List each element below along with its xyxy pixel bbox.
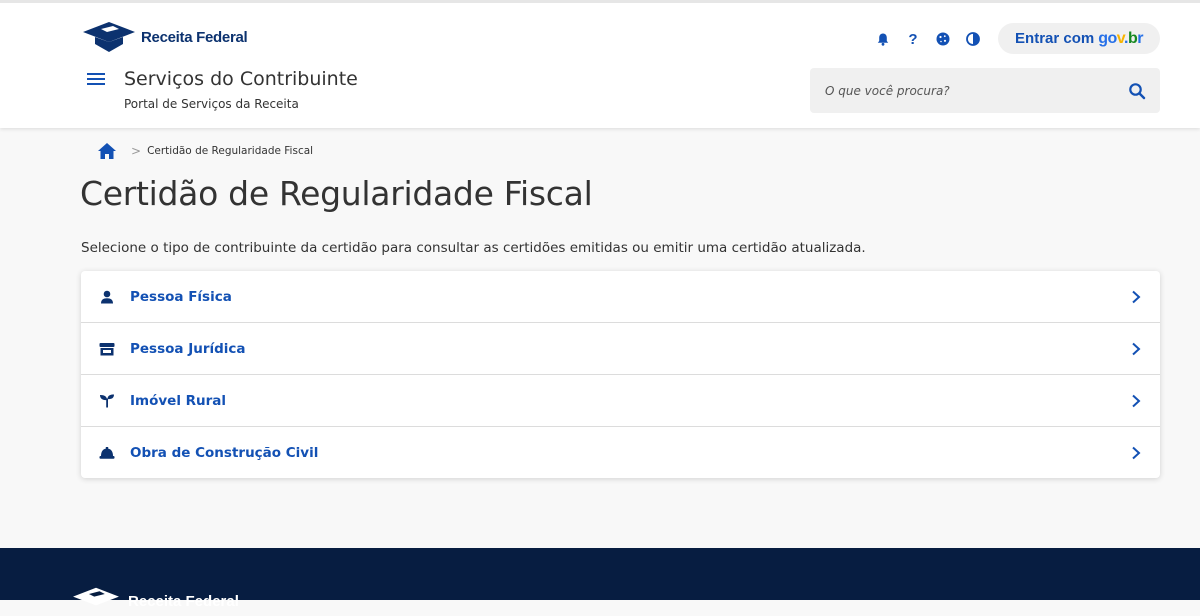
cookies-button[interactable] [928,27,958,51]
store-icon [99,341,115,357]
breadcrumb: > Certidão de Regularidade Fiscal [97,142,313,160]
contrast-icon [966,32,980,46]
chevron-right-icon [1132,394,1141,407]
home-icon[interactable] [97,142,117,160]
hamburger-icon [87,73,105,75]
govbr-logo: gov.br [1098,29,1143,47]
option-label: Imóvel Rural [130,392,227,409]
taxpayer-type-list: Pessoa Física Pessoa Jurídica Imóvel Rur… [81,271,1160,478]
site-subtitle: Portal de Serviços da Receita [124,97,299,111]
login-govbr-button[interactable]: Entrar com gov.br [998,23,1160,54]
notifications-button[interactable] [868,27,898,51]
option-label: Pessoa Jurídica [130,340,246,357]
chevron-right-icon [1132,342,1141,355]
bell-icon [877,33,889,46]
site-header: Receita Federal ? Entrar com gov.br Serv… [0,0,1200,128]
site-title: Serviços do Contribuinte [124,68,358,90]
user-icon [99,289,115,305]
search-input[interactable] [810,68,1110,113]
menu-button[interactable] [87,70,105,88]
receita-federal-emblem-icon [73,587,119,606]
seedling-icon [99,393,115,409]
option-obra-construcao-civil[interactable]: Obra de Construção Civil [81,427,1160,478]
intro-text: Selecione o tipo de contribuinte da cert… [81,240,866,256]
header-actions: ? [868,27,988,51]
search-icon[interactable] [1128,82,1146,100]
logo-text: Receita Federal [141,28,248,46]
option-pessoa-fisica[interactable]: Pessoa Física [81,271,1160,323]
login-label: Entrar com [1015,30,1095,47]
cookie-icon [936,32,950,46]
search-box [810,68,1160,113]
option-label: Obra de Construção Civil [130,444,319,461]
contrast-button[interactable] [958,27,988,51]
hard-hat-icon [99,445,115,461]
help-button[interactable]: ? [898,27,928,51]
receita-federal-logo[interactable]: Receita Federal [81,20,248,54]
chevron-right-icon [1132,290,1141,303]
footer-logo-text: Receita Federal [128,592,239,610]
option-pessoa-juridica[interactable]: Pessoa Jurídica [81,323,1160,375]
footer-logo[interactable]: Receita Federal [68,586,239,616]
chevron-right-icon [1132,446,1141,459]
option-label: Pessoa Física [130,288,232,305]
breadcrumb-separator-icon: > [131,144,142,158]
question-icon: ? [908,30,918,48]
page-title: Certidão de Regularidade Fiscal [80,174,593,213]
breadcrumb-current: Certidão de Regularidade Fiscal [147,145,314,157]
site-footer: Receita Federal [0,548,1200,610]
receita-federal-emblem-icon [83,22,135,52]
option-imovel-rural[interactable]: Imóvel Rural [81,375,1160,427]
